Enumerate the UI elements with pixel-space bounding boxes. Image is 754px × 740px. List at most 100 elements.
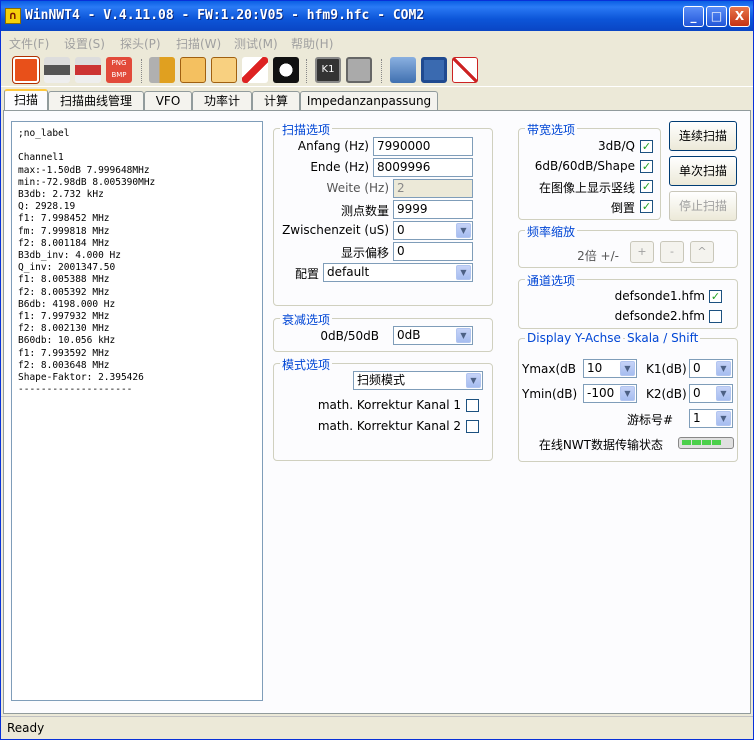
menu-settings[interactable]: 设置(S) [64,35,105,52]
close-button[interactable]: X [729,6,750,27]
chevron-down-icon: ▼ [716,411,731,426]
k2-label: K2(dB) [646,387,687,401]
menu-file[interactable]: 文件(F) [9,35,49,52]
probe1-checkbox[interactable]: ✓ [709,290,722,303]
ymax-select[interactable]: 10 ▼ [583,359,637,378]
config-select[interactable]: default ▼ [323,263,473,282]
print-icon[interactable] [44,57,70,83]
tab-vfo[interactable]: VFO [144,91,192,111]
maximize-button[interactable]: □ [706,6,727,27]
probe1-label: defsonde1.hfm [614,289,705,303]
display-offset-input[interactable]: 0 [393,242,473,261]
zoom-title: 频率缩放 [525,223,578,240]
png-bmp-icon[interactable]: PNG BMP [106,57,132,83]
pen-icon[interactable] [242,57,268,83]
probe2-label: defsonde2.hfm [614,309,705,323]
result-output[interactable]: ;no_label Channel1 max:-1.50dB 7.999648M… [11,121,263,701]
envelope-icon[interactable] [452,57,478,83]
open-icon[interactable] [390,57,416,83]
power-icon[interactable] [13,57,39,83]
toolbar: PNG BMP K1 [1,53,753,87]
tab-impedance[interactable]: Impedanzanpassung [300,91,438,111]
correction-ch1-checkbox[interactable] [466,399,479,412]
continuous-scan-button[interactable]: 连续扫描 [669,121,737,151]
bw-3db-checkbox[interactable]: ✓ [640,140,653,153]
marker-select[interactable]: 1 ▼ [689,409,733,428]
status-bar: Ready [1,716,753,740]
end-freq-input[interactable]: 8009996 [373,158,473,177]
bw-shape-checkbox[interactable]: ✓ [640,160,653,173]
bw-shape-label: 6dB/60dB/Shape [534,159,635,173]
tab-calculate[interactable]: 计算 [252,91,300,111]
attenuation-label: 0dB/50dB [320,329,379,343]
bw-invert-checkbox[interactable]: ✓ [640,200,653,213]
zoom-minus-button[interactable]: - [660,241,684,263]
print-color-icon[interactable] [75,57,101,83]
start-freq-input[interactable]: 7990000 [373,137,473,156]
config-label: 配置 [294,267,319,281]
tab-curve-manager[interactable]: 扫描曲线管理 [48,91,144,111]
mode-select[interactable]: 扫频模式 ▼ [353,371,483,390]
correction-ch2-label: math. Korrektur Kanal 2 [317,419,461,433]
settings-icon[interactable] [346,57,372,83]
menu-bar: 文件(F) 设置(S) 探头(P) 扫描(W) 测试(M) 帮助(H) [1,31,753,53]
toolbar-separator [141,59,143,83]
tab-scan[interactable]: 扫描 [4,89,48,111]
k2-select[interactable]: 0 ▼ [689,384,733,403]
transfer-status-indicator [678,437,734,449]
zoom-plus-button[interactable]: + [630,241,654,263]
app-icon: ∩ [5,8,21,24]
chart-label-icon[interactable] [211,57,237,83]
chevron-down-icon: ▼ [456,223,471,238]
zoom-up-button[interactable]: ^ [690,241,714,263]
probe2-checkbox[interactable] [709,310,722,323]
ymin-select[interactable]: -100 ▼ [583,384,637,403]
chevron-down-icon: ▼ [620,386,635,401]
chevron-down-icon: ▼ [466,373,481,388]
menu-help[interactable]: 帮助(H) [291,35,333,52]
status-text: Ready [7,721,45,735]
points-label: 测点数量 [340,204,389,218]
correction-ch2-checkbox[interactable] [466,420,479,433]
main-window: ∩ WinNWT4 - V.4.11.08 - FW:1.20:V05 - hf… [0,0,754,740]
delay-select[interactable]: 0 ▼ [393,221,473,240]
save-icon[interactable] [421,57,447,83]
ymin-label: Ymin(dB) [522,387,578,401]
menu-scan[interactable]: 扫描(W) [176,35,221,52]
bandwidth-title: 带宽选项 [525,121,578,138]
bw-lines-checkbox[interactable]: ✓ [640,180,653,193]
tab-power-meter[interactable]: 功率计 [192,91,252,111]
start-freq-label: Anfang (Hz) [297,139,369,153]
bw-lines-label: 在图像上显示竖线 [538,181,635,195]
tools-icon[interactable] [149,57,175,83]
menu-probe[interactable]: 探头(P) [120,35,161,52]
display-offset-label: 显示偏移 [340,246,389,260]
correction-ch1-label: math. Korrektur Kanal 1 [317,398,461,412]
step-width-label: Weite (Hz) [326,181,389,195]
penguin-icon[interactable] [273,57,299,83]
menu-test[interactable]: 测试(M) [234,35,278,52]
attenuation-select[interactable]: 0dB ▼ [393,326,473,345]
points-input[interactable]: 9999 [393,200,473,219]
chart-icon[interactable] [180,57,206,83]
scale-shift-title: Skala / Shift [625,331,701,345]
nwt-status-label: 在线NWT数据传输状态 [538,438,663,452]
attenuation-title: 衰减选项 [280,311,333,328]
single-scan-button[interactable]: 单次扫描 [669,156,737,186]
chevron-down-icon: ▼ [716,361,731,376]
zoom-label: 2倍 +/- [577,249,619,263]
chevron-down-icon: ▼ [456,328,471,343]
chevron-down-icon: ▼ [456,265,471,280]
k1-icon[interactable]: K1 [315,57,341,83]
end-freq-label: Ende (Hz) [310,160,369,174]
step-width-input: 2 [393,179,473,198]
chevron-down-icon: ▼ [716,386,731,401]
title-bar[interactable]: ∩ WinNWT4 - V.4.11.08 - FW:1.20:V05 - hf… [1,1,753,31]
display-title: Display Y-Achse [525,331,623,345]
bw-3db-label: 3dB/Q [598,139,635,153]
stop-scan-button[interactable]: 停止扫描 [669,191,737,221]
k1-label: K1(dB) [646,362,687,376]
minimize-button[interactable]: _ [683,6,704,27]
k1-select[interactable]: 0 ▼ [689,359,733,378]
marker-label: 游标号# [626,413,673,427]
